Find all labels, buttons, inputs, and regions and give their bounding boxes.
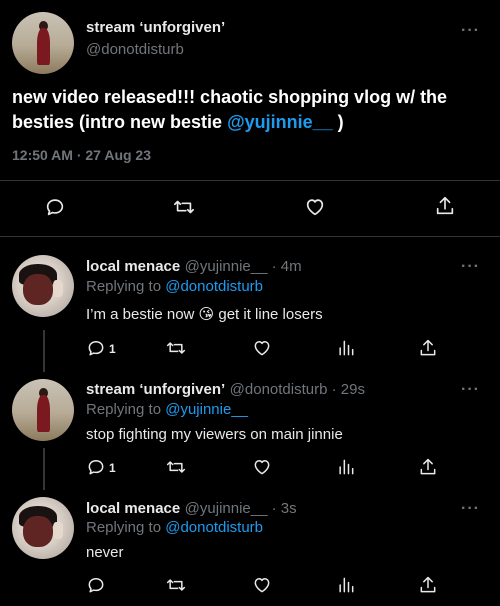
avatar[interactable] (12, 379, 74, 441)
thread-line (43, 330, 45, 372)
handle[interactable]: @donotdisturb (86, 41, 184, 58)
replying-label: Replying to (86, 401, 166, 418)
mention-link[interactable]: @yujinnie__ (227, 112, 333, 132)
reply-count: 1 (109, 461, 116, 475)
share-icon[interactable] (418, 457, 438, 477)
replying-to: Replying to @donotdisturb (86, 278, 263, 295)
reply-header: local menace @yujinnie__ · 3s (86, 500, 297, 518)
avatar[interactable] (12, 255, 74, 317)
thread-line (43, 448, 45, 490)
more-icon[interactable]: ··· (461, 500, 480, 518)
retweet-icon[interactable] (165, 457, 187, 477)
tweet-text: new video released!!! chaotic shopping v… (12, 85, 492, 135)
tweet-text: I’m a bestie now 😘 get it line losers (86, 306, 323, 323)
handle-time[interactable]: @yujinnie__ · 4m (185, 258, 302, 275)
views-icon[interactable] (336, 457, 356, 477)
more-icon[interactable]: ··· (461, 22, 480, 40)
reply-header: local menace @yujinnie__ · 4m (86, 258, 302, 276)
handle-time[interactable]: @yujinnie__ · 3s (185, 500, 297, 517)
divider (0, 236, 500, 237)
reply-icon[interactable] (86, 575, 106, 595)
replying-to: Replying to @donotdisturb (86, 519, 263, 536)
handle-time[interactable]: @donotdisturb · 29s (230, 381, 365, 398)
more-icon[interactable]: ··· (461, 381, 480, 399)
display-name[interactable]: stream ‘unforgiven’ (86, 381, 225, 398)
tweet-text-end: ) (332, 112, 344, 132)
share-icon[interactable] (418, 338, 438, 358)
tweet-text: never (86, 544, 124, 561)
reply-header: stream ‘unforgiven’ @donotdisturb · 29s (86, 381, 365, 399)
heart-icon[interactable] (251, 575, 273, 595)
retweet-icon[interactable] (172, 196, 196, 218)
heart-icon[interactable] (251, 457, 273, 477)
mention-link[interactable]: @donotdisturb (165, 278, 263, 295)
reply-count: 1 (109, 342, 116, 356)
display-name[interactable]: local menace (86, 500, 180, 517)
retweet-icon[interactable] (165, 338, 187, 358)
retweet-icon[interactable] (165, 575, 187, 595)
timestamp[interactable]: 12:50 AM · 27 Aug 23 (12, 147, 151, 163)
heart-icon[interactable] (251, 338, 273, 358)
mention-link[interactable]: @yujinnie__ (165, 401, 248, 418)
replying-to: Replying to @yujinnie__ (86, 401, 248, 418)
more-icon[interactable]: ··· (461, 258, 480, 276)
display-name[interactable]: stream ‘unforgiven’ (86, 19, 225, 36)
divider (0, 180, 500, 181)
replying-label: Replying to (86, 519, 166, 536)
heart-icon[interactable] (303, 196, 327, 218)
reply-icon[interactable] (44, 196, 66, 218)
reply-icon[interactable] (86, 457, 106, 477)
display-name[interactable]: local menace (86, 258, 180, 275)
reply-icon[interactable] (86, 338, 106, 358)
avatar[interactable] (12, 12, 74, 74)
replying-label: Replying to (86, 278, 166, 295)
share-icon[interactable] (434, 195, 456, 217)
avatar[interactable] (12, 497, 74, 559)
share-icon[interactable] (418, 575, 438, 595)
mention-link[interactable]: @donotdisturb (165, 519, 263, 536)
tweet-text: stop fighting my viewers on main jinnie (86, 426, 343, 443)
views-icon[interactable] (336, 338, 356, 358)
views-icon[interactable] (336, 575, 356, 595)
